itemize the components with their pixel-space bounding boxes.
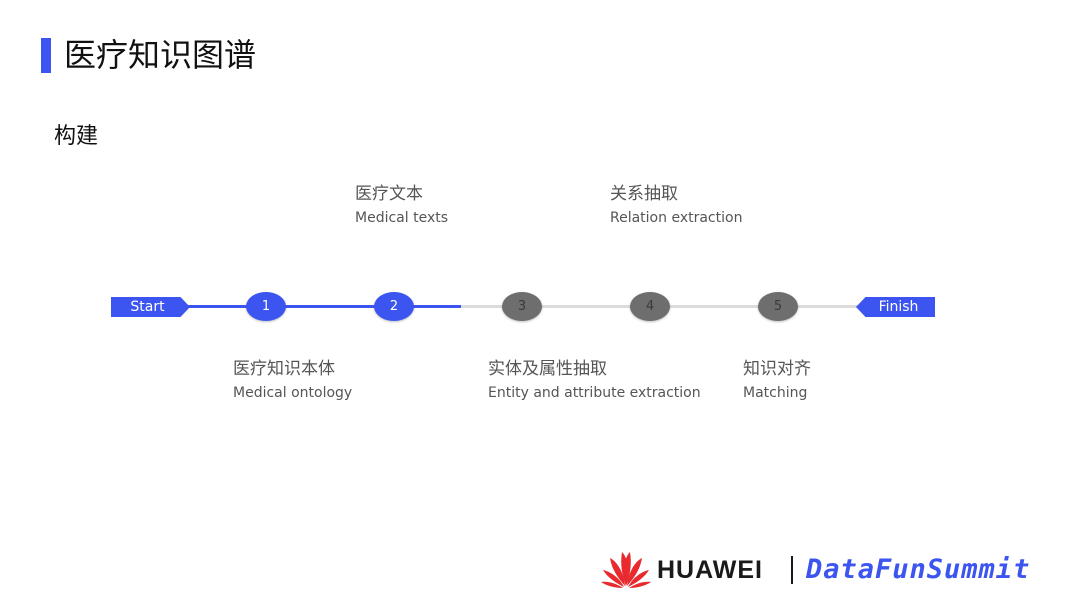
timeline-node-2: 2 (374, 292, 414, 321)
step-label-en: Medical ontology (233, 385, 353, 401)
title-accent-bar (41, 38, 51, 73)
page-title: 医疗知识图谱 (64, 36, 257, 74)
step-label-zh: 实体及属性抽取 (488, 359, 607, 379)
step-label-zh: 知识对齐 (743, 359, 811, 379)
datafunsummit-brand-text: DataFunSummit (806, 554, 1031, 585)
huawei-brand-text: HUAWEI (657, 556, 763, 584)
step-label-5: 知识对齐 Matching (743, 357, 811, 403)
step-label-1: 医疗知识本体 Medical ontology (233, 357, 352, 403)
timeline-node-3: 3 (502, 292, 542, 321)
start-tag: Start (111, 297, 190, 317)
step-label-zh: 关系抽取 (610, 184, 678, 204)
footer-logos: HUAWEI DataFunSummit (600, 548, 1060, 592)
finish-tag: Finish (856, 297, 935, 317)
step-label-2: 医疗文本 Medical texts (355, 182, 448, 228)
step-label-en: Medical texts (355, 210, 449, 226)
step-label-zh: 医疗文本 (355, 184, 423, 204)
footer-divider (791, 556, 793, 584)
step-label-4: 关系抽取 Relation extraction (610, 182, 742, 228)
step-label-en: Matching (743, 385, 808, 401)
huawei-flower-icon (601, 552, 651, 588)
timeline-node-4: 4 (630, 292, 670, 321)
section-subtitle: 构建 (54, 124, 99, 149)
step-label-en: Relation extraction (610, 210, 743, 226)
step-label-3: 实体及属性抽取 Entity and attribute extraction (488, 357, 701, 403)
step-label-en: Entity and attribute extraction (488, 385, 701, 401)
timeline-track-completed (180, 305, 461, 308)
timeline-node-1: 1 (246, 292, 286, 321)
step-label-zh: 医疗知识本体 (233, 359, 335, 379)
timeline-node-5: 5 (758, 292, 798, 321)
